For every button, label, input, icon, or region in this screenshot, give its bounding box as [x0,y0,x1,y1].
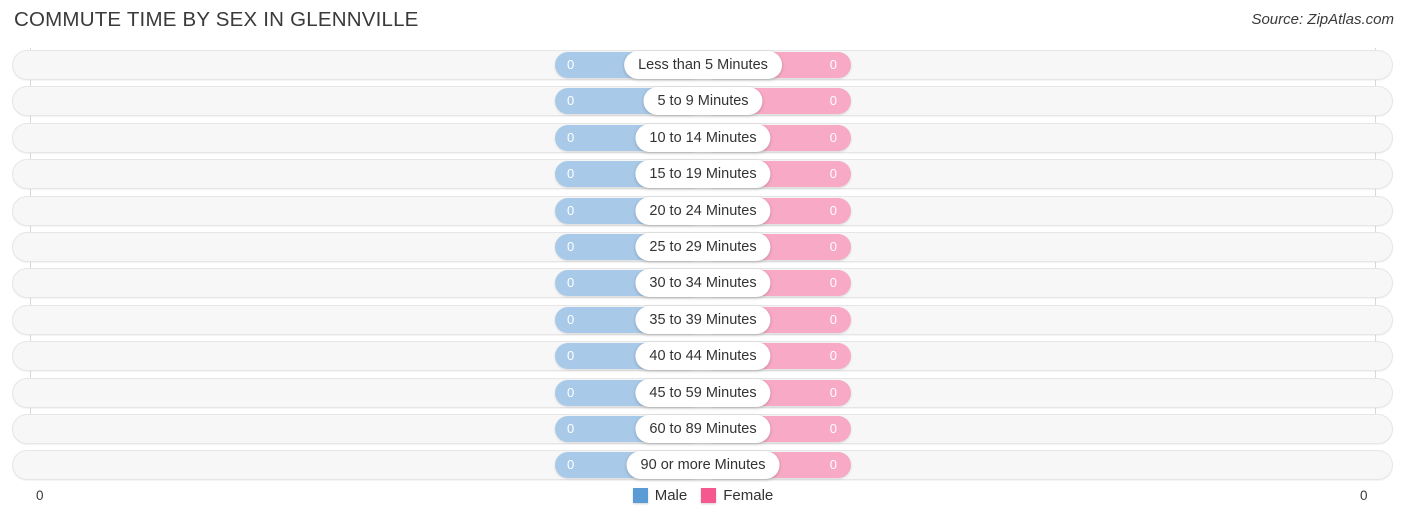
bar-row: 0 0 25 to 29 Minutes [0,231,1406,262]
category-label: Less than 5 Minutes [624,51,782,79]
bar-value-male: 0 [567,93,575,109]
row-bars: 0 0 Less than 5 Minutes [0,50,1406,80]
legend-swatch-icon [701,488,717,503]
bar-row: 0 0 60 to 89 Minutes [0,413,1406,444]
bar-value-male: 0 [567,420,575,436]
legend-swatch-icon [632,488,648,503]
bar-value-female: 0 [829,202,837,218]
category-label: 10 to 14 Minutes [635,123,771,152]
bar-row: 0 0 35 to 39 Minutes [0,304,1406,335]
bar-row: 0 0 45 to 59 Minutes [0,377,1406,408]
legend-item[interactable]: Female [701,487,773,504]
page-title: COMMUTE TIME BY SEX IN GLENNVILLE [14,8,419,31]
bar-value-female: 0 [829,238,837,254]
source-attribution: Source: ZipAtlas.com [1251,11,1394,28]
bar-row: 0 0 30 to 34 Minutes [0,268,1406,299]
bar-row: 0 0 40 to 44 Minutes [0,341,1406,372]
row-bars: 0 0 5 to 9 Minutes [0,86,1406,116]
bar-row: 0 0 90 or more Minutes [0,450,1406,481]
bar-value-male: 0 [567,275,575,291]
row-bars: 0 0 35 to 39 Minutes [0,305,1406,335]
chart-plot-area: 0 0 Less than 5 Minutes 0 0 5 to 9 Minutes 0 0 1… [0,44,1406,482]
row-bars: 0 0 40 to 44 Minutes [0,341,1406,371]
bar-value-male: 0 [567,311,575,327]
category-label: 25 to 29 Minutes [635,232,771,261]
bar-value-male: 0 [567,129,575,145]
bar-rows-container: 0 0 Less than 5 Minutes 0 0 5 to 9 Minutes 0 0 1… [0,50,1406,487]
category-label: 60 to 89 Minutes [635,414,771,443]
bar-value-male: 0 [567,57,575,72]
row-bars: 0 0 20 to 24 Minutes [0,196,1406,226]
category-label: 90 or more Minutes [626,451,780,480]
bar-value-male: 0 [567,384,575,400]
bar-value-female: 0 [829,93,837,109]
chart-footer: 0 0 Male Female [0,482,1406,522]
bar-row: 0 0 Less than 5 Minutes [0,50,1406,80]
bar-row: 0 0 5 to 9 Minutes [0,86,1406,117]
row-bars: 0 0 10 to 14 Minutes [0,123,1406,153]
bar-value-female: 0 [829,166,837,182]
category-label: 5 to 9 Minutes [643,87,763,116]
bar-value-female: 0 [829,457,837,473]
legend-label: Female [723,487,774,504]
row-bars: 0 0 25 to 29 Minutes [0,232,1406,262]
category-label: 45 to 59 Minutes [635,378,771,407]
bar-value-female: 0 [829,384,837,400]
category-label: 35 to 39 Minutes [635,305,771,334]
row-bars: 0 0 90 or more Minutes [0,450,1406,480]
bar-value-female: 0 [829,129,837,145]
bar-row: 0 0 20 to 24 Minutes [0,195,1406,226]
bar-value-male: 0 [567,166,575,182]
bar-value-female: 0 [829,420,837,436]
bar-value-male: 0 [567,202,575,218]
row-bars: 0 0 30 to 34 Minutes [0,268,1406,298]
chart-header: COMMUTE TIME BY SEX IN GLENNVILLE Source… [0,0,1406,44]
row-bars: 0 0 45 to 59 Minutes [0,378,1406,408]
row-bars: 0 0 15 to 19 Minutes [0,159,1406,189]
legend-label: Male [654,487,688,504]
bar-row: 0 0 15 to 19 Minutes [0,159,1406,190]
category-label: 20 to 24 Minutes [635,196,771,225]
bar-value-female: 0 [829,275,837,291]
category-label: 30 to 34 Minutes [635,269,771,298]
bar-row: 0 0 10 to 14 Minutes [0,122,1406,153]
row-bars: 0 0 60 to 89 Minutes [0,414,1406,444]
bar-value-female: 0 [829,311,837,327]
category-label: 40 to 44 Minutes [635,342,771,371]
bar-value-male: 0 [567,238,575,254]
legend-item[interactable]: Male [632,487,688,504]
bar-value-female: 0 [829,348,837,364]
bar-value-female: 0 [829,57,837,72]
chart-legend: Male Female [0,487,1406,504]
bar-value-male: 0 [567,348,575,364]
category-label: 15 to 19 Minutes [635,160,771,189]
bar-value-male: 0 [567,457,575,473]
